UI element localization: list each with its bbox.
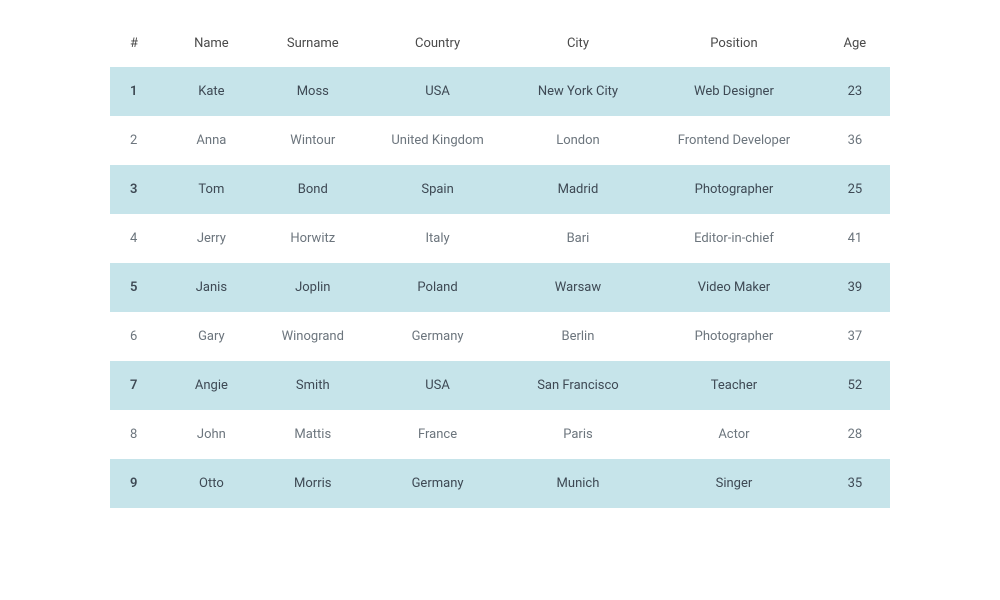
table-row: 5 Janis Joplin Poland Warsaw Video Maker… bbox=[110, 263, 890, 312]
cell-num: 1 bbox=[110, 67, 165, 116]
cell-name: Tom bbox=[165, 165, 259, 214]
cell-city: Madrid bbox=[508, 165, 648, 214]
cell-surname: Smith bbox=[258, 361, 367, 410]
cell-num: 3 bbox=[110, 165, 165, 214]
cell-country: Italy bbox=[367, 214, 507, 263]
cell-country: Spain bbox=[367, 165, 507, 214]
cell-num: 4 bbox=[110, 214, 165, 263]
table-row: 7 Angie Smith USA San Francisco Teacher … bbox=[110, 361, 890, 410]
header-num: # bbox=[110, 20, 165, 67]
cell-name: Otto bbox=[165, 459, 259, 508]
table-row: 4 Jerry Horwitz Italy Bari Editor-in-chi… bbox=[110, 214, 890, 263]
cell-country: USA bbox=[367, 67, 507, 116]
cell-position: Actor bbox=[648, 410, 820, 459]
table-body: 1 Kate Moss USA New York City Web Design… bbox=[110, 67, 890, 508]
cell-country: Poland bbox=[367, 263, 507, 312]
cell-num: 9 bbox=[110, 459, 165, 508]
cell-surname: Winogrand bbox=[258, 312, 367, 361]
cell-surname: Morris bbox=[258, 459, 367, 508]
header-age: Age bbox=[820, 20, 890, 67]
data-table-container: # Name Surname Country City Position Age… bbox=[110, 20, 890, 508]
cell-country: Germany bbox=[367, 312, 507, 361]
cell-num: 7 bbox=[110, 361, 165, 410]
cell-age: 35 bbox=[820, 459, 890, 508]
cell-surname: Wintour bbox=[258, 116, 367, 165]
cell-city: Berlin bbox=[508, 312, 648, 361]
cell-city: Paris bbox=[508, 410, 648, 459]
cell-age: 23 bbox=[820, 67, 890, 116]
cell-name: Gary bbox=[165, 312, 259, 361]
cell-name: Jerry bbox=[165, 214, 259, 263]
cell-position: Video Maker bbox=[648, 263, 820, 312]
cell-num: 6 bbox=[110, 312, 165, 361]
cell-surname: Bond bbox=[258, 165, 367, 214]
cell-position: Photographer bbox=[648, 165, 820, 214]
cell-age: 41 bbox=[820, 214, 890, 263]
cell-age: 25 bbox=[820, 165, 890, 214]
header-position: Position bbox=[648, 20, 820, 67]
header-surname: Surname bbox=[258, 20, 367, 67]
table-row: 3 Tom Bond Spain Madrid Photographer 25 bbox=[110, 165, 890, 214]
cell-num: 2 bbox=[110, 116, 165, 165]
cell-country: France bbox=[367, 410, 507, 459]
header-city: City bbox=[508, 20, 648, 67]
cell-num: 5 bbox=[110, 263, 165, 312]
table-header-row: # Name Surname Country City Position Age bbox=[110, 20, 890, 67]
cell-age: 39 bbox=[820, 263, 890, 312]
cell-num: 8 bbox=[110, 410, 165, 459]
cell-name: Angie bbox=[165, 361, 259, 410]
cell-age: 28 bbox=[820, 410, 890, 459]
table-row: 9 Otto Morris Germany Munich Singer 35 bbox=[110, 459, 890, 508]
cell-city: Munich bbox=[508, 459, 648, 508]
header-country: Country bbox=[367, 20, 507, 67]
cell-age: 37 bbox=[820, 312, 890, 361]
data-table: # Name Surname Country City Position Age… bbox=[110, 20, 890, 508]
cell-age: 36 bbox=[820, 116, 890, 165]
cell-position: Frontend Developer bbox=[648, 116, 820, 165]
cell-name: Anna bbox=[165, 116, 259, 165]
cell-position: Teacher bbox=[648, 361, 820, 410]
cell-city: San Francisco bbox=[508, 361, 648, 410]
cell-city: Warsaw bbox=[508, 263, 648, 312]
cell-country: United Kingdom bbox=[367, 116, 507, 165]
table-row: 6 Gary Winogrand Germany Berlin Photogra… bbox=[110, 312, 890, 361]
cell-surname: Mattis bbox=[258, 410, 367, 459]
cell-surname: Horwitz bbox=[258, 214, 367, 263]
cell-position: Singer bbox=[648, 459, 820, 508]
header-name: Name bbox=[165, 20, 259, 67]
cell-city: Bari bbox=[508, 214, 648, 263]
table-row: 8 John Mattis France Paris Actor 28 bbox=[110, 410, 890, 459]
cell-position: Photographer bbox=[648, 312, 820, 361]
cell-surname: Joplin bbox=[258, 263, 367, 312]
cell-surname: Moss bbox=[258, 67, 367, 116]
cell-name: Kate bbox=[165, 67, 259, 116]
cell-country: USA bbox=[367, 361, 507, 410]
cell-city: New York City bbox=[508, 67, 648, 116]
cell-country: Germany bbox=[367, 459, 507, 508]
cell-name: Janis bbox=[165, 263, 259, 312]
cell-position: Editor-in-chief bbox=[648, 214, 820, 263]
cell-name: John bbox=[165, 410, 259, 459]
cell-city: London bbox=[508, 116, 648, 165]
cell-position: Web Designer bbox=[648, 67, 820, 116]
cell-age: 52 bbox=[820, 361, 890, 410]
table-row: 1 Kate Moss USA New York City Web Design… bbox=[110, 67, 890, 116]
table-row: 2 Anna Wintour United Kingdom London Fro… bbox=[110, 116, 890, 165]
